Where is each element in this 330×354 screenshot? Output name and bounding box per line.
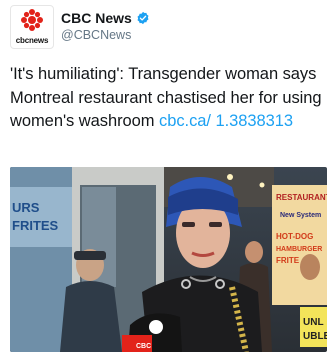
poster-text-1: UNL <box>303 317 324 328</box>
poster-text-2: UBLE <box>303 331 327 342</box>
restaurant-sign <box>272 185 327 305</box>
bystander-right-head <box>245 241 263 263</box>
bystander-cap <box>74 251 106 260</box>
subject-eye-left <box>182 222 195 227</box>
bystander-far-right-head <box>300 254 320 280</box>
storefront-letters-urs: URS <box>12 200 40 215</box>
sign-hamburger-text: HAMBURGER <box>276 246 322 253</box>
tweet-text: 'It's humiliating': Transgender woman sa… <box>10 63 328 134</box>
bystander-jacket <box>60 281 122 352</box>
tweet-link[interactable]: cbc.ca/ 1.3838313 <box>159 112 293 130</box>
tweet-header: cbcnews CBC News @CBCNews <box>10 5 320 49</box>
storefront-letters-frites: FRITES <box>12 218 59 233</box>
sign-system-text: New System <box>280 212 321 219</box>
window-reflection <box>10 187 72 247</box>
mic-cbc-label: CBC <box>136 343 151 350</box>
tweet-photo[interactable]: URS FRITES RESTAURANT New System HOT-DOG… <box>10 167 327 352</box>
subject-eye-right <box>209 222 222 227</box>
ceiling-light-2 <box>259 182 265 188</box>
account-handle[interactable]: @CBCNews <box>61 28 131 42</box>
sign-frite-text: FRITE <box>276 256 300 265</box>
mic-cbc-gem <box>149 320 163 334</box>
cbc-news-logo[interactable]: cbcnews <box>10 5 54 49</box>
photo-scene: URS FRITES RESTAURANT New System HOT-DOG… <box>10 167 327 352</box>
logo-wordmark: cbcnews <box>15 36 49 45</box>
ceiling-light <box>227 174 233 180</box>
name-row: CBC News <box>61 9 150 27</box>
verified-badge-icon <box>137 11 149 25</box>
sign-hotdog-text: HOT-DOG <box>276 232 313 241</box>
sign-restaurant-text: RESTAURANT <box>276 193 327 202</box>
display-name[interactable]: CBC News <box>61 10 132 26</box>
